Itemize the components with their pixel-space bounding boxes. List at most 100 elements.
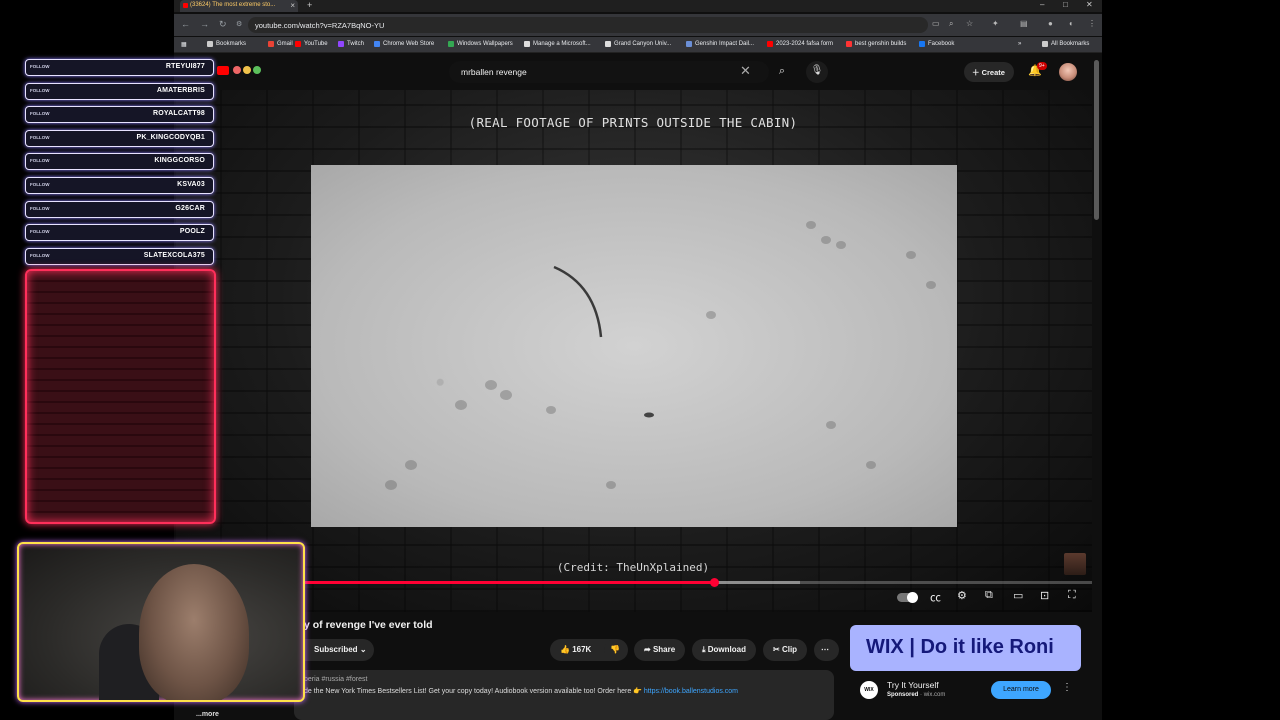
miniplayer-icon[interactable]: ⧉ (985, 589, 993, 602)
follower-name: G26CAR (175, 204, 205, 212)
apps-grid-icon[interactable]: ▦ (181, 41, 187, 48)
bookmark-item[interactable]: Chrome Web Store (374, 41, 434, 47)
download-label: Download (707, 645, 746, 654)
minimize-icon[interactable]: – (1040, 0, 1044, 9)
tab-youtube[interactable]: (33624) The most extreme sto... × (180, 0, 298, 12)
bookmark-label: YouTube (304, 41, 328, 47)
search-input[interactable]: mrballen revenge (449, 61, 769, 83)
bookmark-item[interactable]: Bookmarks (207, 41, 246, 47)
follow-label: FOLLOW (30, 111, 50, 117)
theater-mode-icon[interactable]: ▭ (1013, 589, 1023, 602)
captions-icon[interactable]: ㏄ (930, 589, 941, 605)
dislike-button[interactable]: 👎 (604, 639, 628, 661)
follow-label: FOLLOW (30, 252, 50, 258)
streamer-face (139, 564, 249, 700)
reload-icon[interactable]: ↻ (219, 19, 227, 30)
create-button[interactable]: ＋ Create (964, 62, 1014, 82)
bookmark-label: Genshin Impact Dail... (695, 41, 755, 47)
clear-search-icon[interactable]: ✕ (740, 63, 751, 79)
install-icon[interactable]: ▭ (932, 19, 940, 28)
follow-label: FOLLOW (30, 134, 50, 140)
download-button[interactable]: ⤓ Download (692, 639, 756, 661)
profile-icon[interactable]: ● (1048, 19, 1053, 28)
new-tab-button[interactable]: + (307, 0, 312, 10)
show-more-link[interactable]: ...more (196, 711, 219, 718)
account-icon[interactable]: ◐ (1069, 19, 1074, 28)
follower-item: FOLLOW PK_KINGCODYQB1 (25, 129, 214, 147)
bookmark-item[interactable]: 2023-2024 fafsa form (767, 41, 833, 47)
bookmark-favicon-icon (686, 41, 692, 47)
autoplay-toggle[interactable] (897, 592, 918, 603)
more-actions-button[interactable]: ⋯ (814, 639, 839, 661)
video-player[interactable]: (REAL FOOTAGE OF PRINTS OUTSIDE THE CABI… (174, 90, 1092, 612)
more-dots-icon: ⋯ (821, 645, 829, 654)
close-window-icon[interactable]: ✕ (1086, 0, 1093, 9)
ad-title[interactable]: Try It Yourself (887, 680, 939, 690)
money-emoji-icon (253, 66, 261, 74)
all-bookmarks-button[interactable]: All Bookmarks (1042, 41, 1089, 47)
settings-gear-icon[interactable]: ⚙ (957, 589, 967, 602)
menu-dots-icon[interactable]: ⋮ (1088, 19, 1096, 28)
close-tab-icon[interactable]: × (290, 1, 295, 10)
site-info-icon[interactable]: ⚙ (236, 20, 242, 28)
ad-menu-dots-icon[interactable]: ⋮ (1062, 682, 1072, 693)
follower-item: FOLLOW RTEYUI877 (25, 59, 214, 76)
follower-name: SLATEXCOLA375 (143, 251, 205, 259)
bookmark-item[interactable]: Twitch (338, 41, 364, 47)
address-bar[interactable]: youtube.com/watch?v=RZA7BqNO-YU (248, 17, 928, 33)
folder-icon (1042, 41, 1048, 47)
share-button[interactable]: ➦ Share (634, 639, 686, 661)
follow-label: FOLLOW (30, 181, 50, 187)
bookmark-item[interactable]: YouTube (295, 41, 328, 47)
bookmark-label: Manage a Microsoft... (533, 41, 591, 47)
zoom-icon[interactable]: ⌕ (949, 19, 953, 29)
ad-banner[interactable]: WIX | Do it like Roni (850, 625, 1081, 671)
bookmark-item[interactable]: Gmail (268, 41, 293, 47)
bookmark-favicon-icon (338, 41, 344, 47)
fullscreen-icon[interactable]: ⛶ (1068, 589, 1076, 602)
description-box[interactable]: beria #russia #forest de the New York Ti… (294, 670, 834, 720)
bookmark-favicon-icon (605, 41, 611, 47)
bookmark-favicon-icon (448, 41, 454, 47)
subscribed-button[interactable]: Subscribed ⌄ (294, 639, 374, 661)
bookmark-favicon-icon (919, 41, 925, 47)
extensions-icon[interactable]: ✦ (992, 19, 999, 28)
clip-button[interactable]: ✂ Clip (763, 639, 808, 661)
maximize-icon[interactable]: □ (1063, 0, 1068, 9)
youtube-avatar[interactable] (1059, 63, 1077, 81)
follower-item: FOLLOW POOLZ (25, 224, 214, 242)
side-panel-icon[interactable]: ▤ (1020, 19, 1028, 28)
youtube-favicon-icon (183, 3, 188, 8)
bookmark-item[interactable]: Grand Canyon Univ... (605, 41, 671, 47)
create-label: Create (981, 68, 1005, 77)
ad-logo: WIX (860, 681, 878, 699)
follower-item: FOLLOW G26CAR (25, 200, 214, 218)
learn-more-button[interactable]: Learn more (991, 681, 1051, 699)
progress-bar[interactable] (304, 578, 1092, 587)
search-icon[interactable]: ⌕ (769, 61, 795, 83)
bookmark-favicon-icon (767, 41, 773, 47)
forward-icon[interactable]: → (200, 19, 209, 29)
page-scrollbar[interactable] (1094, 60, 1099, 220)
video-title: y of revenge I've ever told (304, 619, 433, 631)
bookmark-item[interactable]: Facebook (919, 41, 954, 47)
bookmark-item[interactable]: Genshin Impact Dail... (686, 41, 754, 47)
microphone-icon[interactable]: 🎙 (806, 61, 828, 83)
back-icon[interactable]: ← (181, 19, 190, 29)
like-count: 167K (572, 645, 592, 654)
bookmark-item[interactable]: Windows Wallpapers (448, 41, 513, 47)
face-emoji-icon (243, 66, 251, 74)
description-link[interactable]: https://book.ballenstudios.com (644, 688, 738, 695)
follower-name: KINGGCORSO (154, 157, 205, 165)
channel-watermark[interactable] (1064, 553, 1086, 575)
bookmark-item[interactable]: Manage a Microsoft... (524, 41, 591, 47)
bookmark-star-icon[interactable]: ☆ (966, 19, 973, 28)
bookmarks-overflow-icon[interactable]: » (1018, 41, 1021, 47)
all-bookmarks-label: All Bookmarks (1051, 41, 1090, 47)
follower-item: FOLLOW SLATEXCOLA375 (25, 247, 214, 265)
cast-icon[interactable]: ⊡ (1040, 589, 1049, 602)
bookmark-label: Gmail (277, 41, 293, 47)
notification-badge: 9+ (1037, 62, 1047, 70)
bookmark-item[interactable]: best genshin builds (846, 41, 906, 47)
scrubber-handle[interactable] (709, 578, 719, 587)
